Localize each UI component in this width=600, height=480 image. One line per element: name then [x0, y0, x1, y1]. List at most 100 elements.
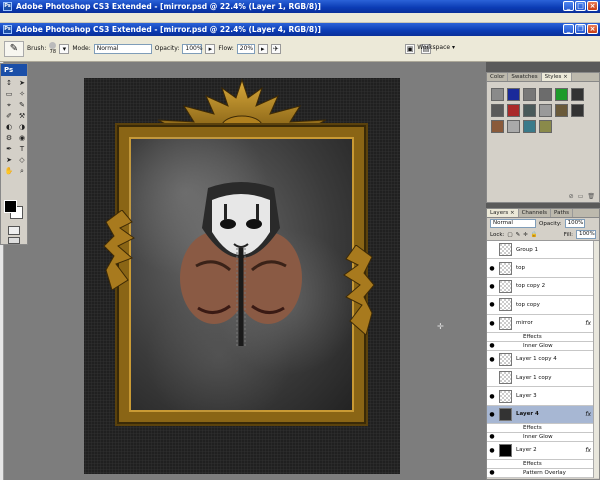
doc-minimize-button[interactable]: _	[563, 24, 574, 34]
layer-row[interactable]: ● top copy	[487, 296, 599, 315]
layer-row[interactable]: Layer 1 copy	[487, 369, 599, 388]
layer-row[interactable]: Group 1	[487, 241, 599, 260]
layer-fx-icon[interactable]: fx	[585, 447, 591, 454]
visibility-eye-icon[interactable]: ●	[487, 469, 497, 476]
layer-row[interactable]: ● top	[487, 259, 599, 278]
zoom-tool-icon[interactable]: ⌕	[16, 166, 28, 176]
style-swatch[interactable]	[555, 104, 568, 117]
layer-fx-icon[interactable]: fx	[585, 320, 591, 327]
layer-effect-row[interactable]: ● Pattern Overlay	[487, 469, 599, 478]
style-swatch[interactable]	[539, 120, 552, 133]
pen-tool-icon[interactable]: ✒	[3, 144, 15, 154]
style-swatch[interactable]	[491, 104, 504, 117]
lock-pixels-icon[interactable]: ▢	[507, 232, 512, 238]
workspace-menu[interactable]: Workspace ▾	[417, 44, 455, 51]
style-swatch[interactable]	[523, 120, 536, 133]
screen-mode-icon[interactable]	[8, 237, 20, 244]
close-button[interactable]: ×	[587, 1, 598, 11]
layer-row[interactable]: ● Layer 2 fx	[487, 442, 599, 461]
visibility-eye-icon[interactable]: ●	[487, 447, 497, 454]
layer-opacity-input[interactable]: 100%	[564, 219, 585, 228]
style-swatch[interactable]	[507, 88, 520, 101]
layer-row[interactable]: ● Layer 4 fx	[487, 405, 599, 425]
mode-select[interactable]: Normal	[93, 43, 152, 54]
type-tool-icon[interactable]: T	[16, 144, 28, 154]
tab-channels[interactable]: Channels	[519, 209, 552, 217]
minimize-button[interactable]: _	[563, 1, 574, 11]
no-style-icon[interactable]: ⊘	[569, 193, 574, 200]
style-swatch[interactable]	[523, 88, 536, 101]
style-swatch[interactable]	[571, 88, 584, 101]
blend-mode-select[interactable]: Normal	[490, 219, 536, 228]
layer-fx-icon[interactable]: fx	[585, 411, 591, 418]
tool-presets-icon[interactable]: ▣	[405, 44, 415, 54]
blur-tool-icon[interactable]: ⚙	[3, 133, 15, 143]
layer-effect-row[interactable]: Effects	[487, 333, 599, 342]
layer-effect-row[interactable]: ● Inner Glow	[487, 342, 599, 351]
layer-effect-row[interactable]: Effects	[487, 424, 599, 433]
selection-arrow-icon[interactable]: ➤	[16, 78, 28, 88]
lock-all-icon[interactable]: 🔒	[531, 232, 538, 238]
new-style-icon[interactable]: ▭	[578, 193, 584, 200]
layers-scrollbar[interactable]	[593, 241, 599, 478]
flow-arrow-icon[interactable]: ▸	[257, 43, 268, 54]
doc-restore-button[interactable]: ❐	[575, 24, 586, 34]
lock-move-icon[interactable]: ✛	[523, 232, 528, 238]
style-swatch[interactable]	[571, 104, 584, 117]
shape-tool-icon[interactable]: ◇	[16, 155, 28, 165]
stamp-tool-icon[interactable]: ⚒	[16, 111, 28, 121]
pencil-tool-icon[interactable]: ✐	[3, 111, 15, 121]
tab-paths[interactable]: Paths	[551, 209, 573, 217]
dodge-tool-icon[interactable]: ◉	[16, 133, 28, 143]
magic-wand-icon[interactable]: ✧	[16, 89, 28, 99]
layer-effect-row[interactable]: ● Inner Glow	[487, 433, 599, 442]
marquee-tool-icon[interactable]: ▭	[3, 89, 15, 99]
tab-layers[interactable]: Layers ×	[487, 209, 519, 217]
eraser-tool-icon[interactable]: ◐	[3, 122, 15, 132]
layer-row[interactable]: ● top copy 2	[487, 278, 599, 297]
opacity-input[interactable]: 100%	[182, 43, 203, 54]
style-swatch[interactable]	[555, 88, 568, 101]
opacity-pressure-icon[interactable]: ▸	[205, 43, 216, 54]
layer-effect-row[interactable]: Effects	[487, 460, 599, 469]
visibility-eye-icon[interactable]: ●	[487, 301, 497, 308]
style-swatch[interactable]	[523, 104, 536, 117]
style-swatch[interactable]	[539, 88, 552, 101]
tab-styles[interactable]: Styles ×	[541, 73, 572, 81]
tab-color[interactable]: Color	[487, 73, 509, 81]
doc-close-button[interactable]: ×	[587, 24, 598, 34]
style-swatch[interactable]	[491, 120, 504, 133]
gradient-tool-icon[interactable]: ◑	[16, 122, 28, 132]
visibility-eye-icon[interactable]: ●	[487, 342, 497, 349]
brush-tool-preset-icon[interactable]: ✎	[4, 40, 24, 57]
visibility-eye-icon[interactable]: ●	[487, 265, 497, 272]
airbrush-icon[interactable]: ✈	[270, 43, 281, 54]
path-select-icon[interactable]: ➤	[3, 155, 15, 165]
layer-row[interactable]: ● Layer 1 copy 4	[487, 351, 599, 369]
visibility-eye-icon[interactable]: ●	[487, 393, 497, 400]
quick-mask-icon[interactable]	[8, 226, 20, 235]
style-swatch[interactable]	[507, 104, 520, 117]
visibility-eye-icon[interactable]: ●	[487, 356, 497, 363]
visibility-eye-icon[interactable]: ●	[487, 433, 497, 440]
crop-tool-icon[interactable]: ⌖	[3, 100, 15, 110]
brush-preview[interactable]: 78	[49, 42, 57, 55]
brush-tool-icon[interactable]: ✎	[16, 100, 28, 110]
visibility-eye-icon[interactable]: ●	[487, 411, 497, 418]
hand-tool-icon[interactable]: ✋	[3, 166, 15, 176]
style-swatch[interactable]	[539, 104, 552, 117]
flow-input[interactable]: 20%	[236, 43, 255, 54]
layer-row[interactable]: ● Layer 3	[487, 387, 599, 406]
maximize-button[interactable]: □	[575, 1, 586, 11]
style-swatch[interactable]	[491, 88, 504, 101]
move-tool-icon[interactable]: ↕	[3, 78, 15, 88]
tab-swatches[interactable]: Swatches	[508, 73, 542, 81]
visibility-eye-icon[interactable]: ●	[487, 283, 497, 290]
style-swatch[interactable]	[507, 120, 520, 133]
foreground-color-swatch[interactable]	[4, 200, 17, 213]
layer-row[interactable]: ● mirror fx	[487, 315, 599, 333]
lock-brush-icon[interactable]: ✎	[516, 232, 521, 238]
visibility-eye-icon[interactable]: ●	[487, 320, 497, 327]
brush-picker-icon[interactable]: ▾	[59, 43, 70, 54]
fill-input[interactable]: 100%	[576, 230, 596, 239]
